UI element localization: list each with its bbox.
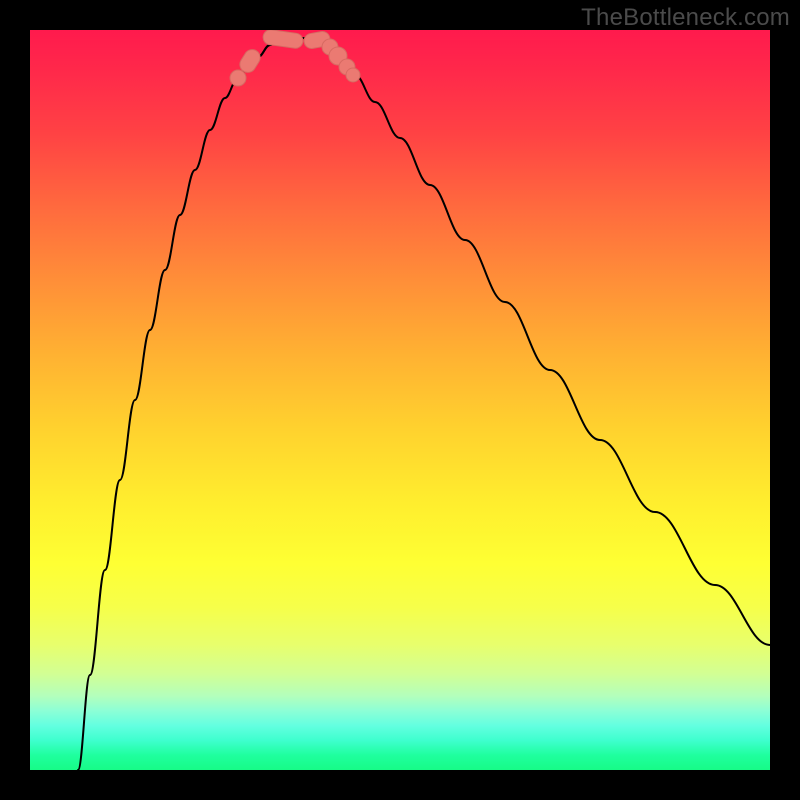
- curve-right-curve: [328, 45, 770, 645]
- chart-svg: [30, 30, 770, 770]
- data-markers: [230, 30, 360, 86]
- curve-left-curve: [78, 45, 270, 770]
- marker-0: [230, 70, 246, 86]
- watermark-text: TheBottleneck.com: [581, 4, 790, 32]
- marker-7: [346, 68, 360, 82]
- plot-area: [30, 30, 770, 770]
- outer-frame: TheBottleneck.com: [0, 0, 800, 800]
- curve-lines: [78, 38, 770, 770]
